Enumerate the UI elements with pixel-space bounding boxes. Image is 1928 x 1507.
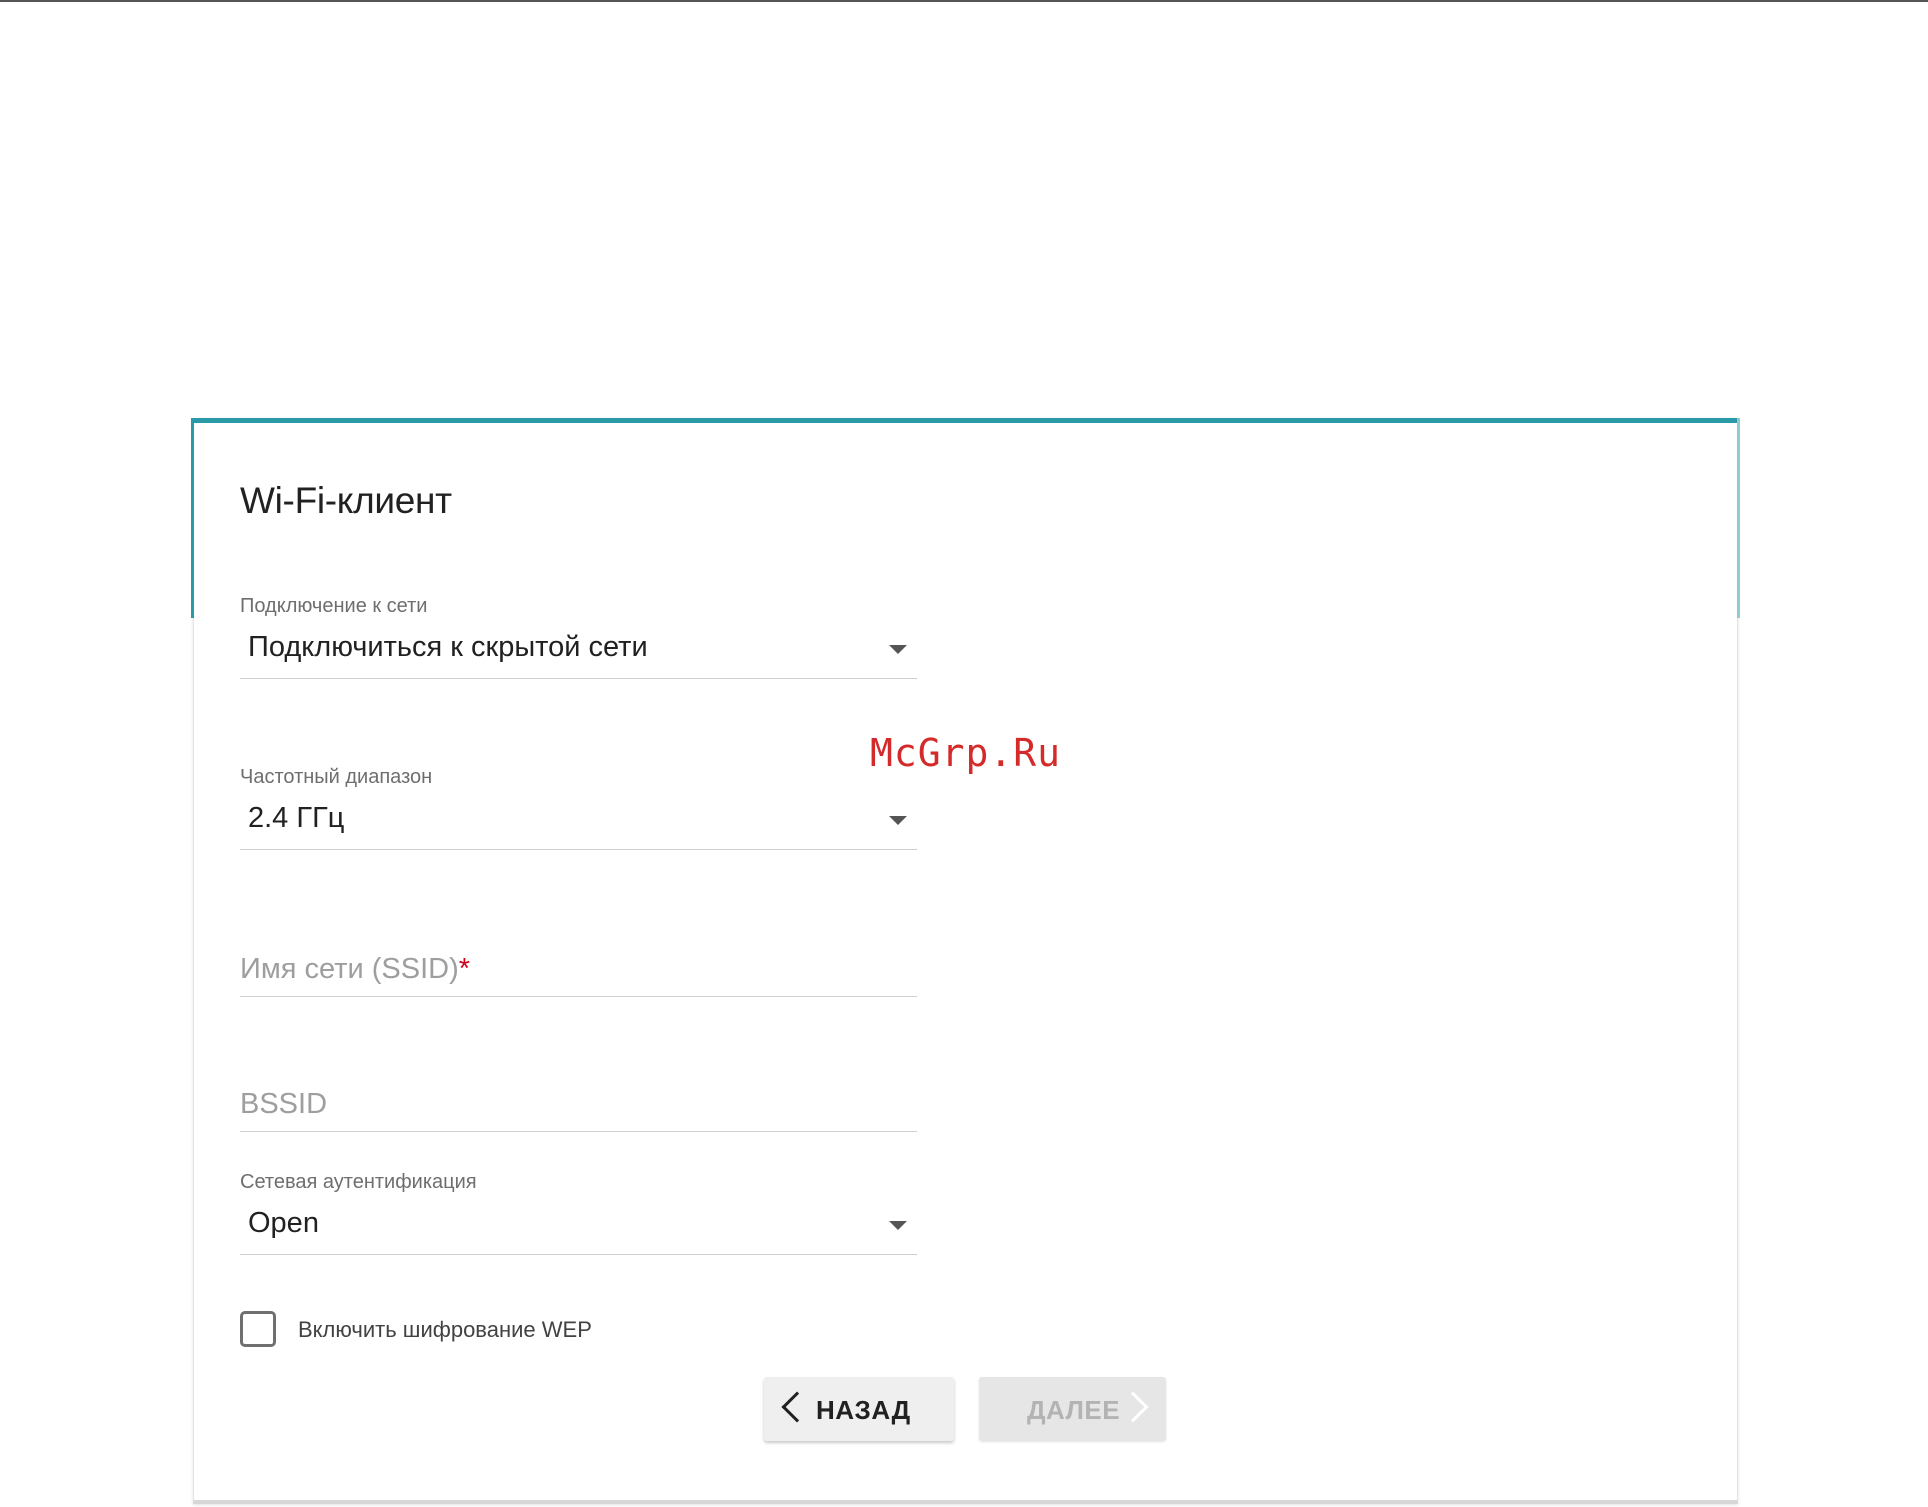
top-divider	[0, 0, 1928, 2]
caret-down-icon	[889, 816, 907, 825]
watermark-text: McGrp.Ru	[870, 731, 1062, 775]
chevron-right-icon	[1117, 1391, 1149, 1423]
next-button[interactable]: ДАЛЕЕ	[979, 1377, 1166, 1441]
back-button-label: НАЗАД	[816, 1395, 911, 1425]
band-value: 2.4 ГГц	[248, 802, 345, 834]
wep-checkbox[interactable]	[240, 1311, 276, 1347]
auth-value: Open	[248, 1207, 319, 1239]
connection-value: Подключиться к скрытой сети	[248, 631, 648, 663]
bssid-field: BSSID	[240, 1080, 917, 1140]
page-title: Wi-Fi-клиент	[240, 480, 452, 521]
auth-field: Сетевая аутентификация Open	[240, 1171, 917, 1271]
card-accent-left	[191, 418, 194, 618]
wifi-client-card: Wi-Fi-клиент Подключение к сети Подключи…	[191, 418, 1740, 1504]
auth-select[interactable]: Open	[240, 1199, 917, 1255]
auth-label: Сетевая аутентификация	[240, 1171, 477, 1193]
band-label: Частотный диапазон	[240, 766, 433, 788]
card-accent-right	[1737, 418, 1740, 618]
connection-field: Подключение к сети Подключиться к скрыто…	[240, 595, 917, 695]
band-field: Частотный диапазон 2.4 ГГц	[240, 766, 917, 866]
caret-down-icon	[889, 645, 907, 654]
band-select[interactable]: 2.4 ГГц	[240, 794, 917, 850]
bssid-input[interactable]	[240, 1080, 917, 1132]
ssid-input[interactable]	[240, 945, 917, 997]
connection-label: Подключение к сети	[240, 595, 428, 617]
back-button[interactable]: НАЗАД	[764, 1377, 954, 1441]
next-button-label: ДАЛЕЕ	[1027, 1395, 1121, 1425]
ssid-field: Имя сети (SSID)*	[240, 945, 917, 1005]
chevron-left-icon	[781, 1391, 813, 1423]
caret-down-icon	[889, 1221, 907, 1230]
wep-checkbox-label: Включить шифрование WEP	[298, 1317, 592, 1342]
connection-select[interactable]: Подключиться к скрытой сети	[240, 623, 917, 679]
